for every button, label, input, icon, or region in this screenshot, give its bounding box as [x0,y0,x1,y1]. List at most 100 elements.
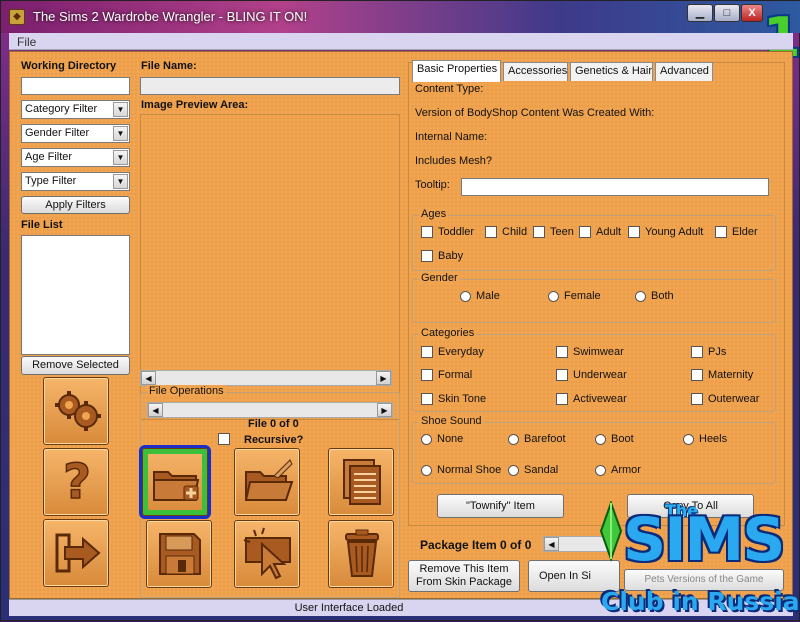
checkbox[interactable] [533,226,545,239]
checkbox[interactable] [421,250,433,263]
shoe-normal[interactable]: Normal Shoe [421,464,501,476]
tab-basic-properties[interactable]: Basic Properties [412,60,501,82]
tab-advanced[interactable]: Advanced [655,62,713,81]
checkbox[interactable] [556,393,568,406]
preview-scrollbar[interactable]: ◀ ▶ [140,370,392,386]
status-text: User Interface Loaded [294,602,404,614]
shoe-armor[interactable]: Armor [595,464,641,476]
file-name-field[interactable] [140,77,400,95]
minimize-button[interactable]: ▁ [687,4,713,22]
cat-skin-tone[interactable]: Skin Tone [421,393,486,406]
shoe-barefoot[interactable]: Barefoot [508,433,566,445]
recursive-checkbox-wrap[interactable] [218,433,230,446]
age-teen[interactable]: Teen [533,226,574,239]
radio[interactable] [421,464,432,476]
radio[interactable] [460,290,471,302]
window-title: The Sims 2 Wardrobe Wrangler - BLING IT … [33,9,308,24]
cat-underwear[interactable]: Underwear [556,369,627,382]
age-baby-label: Baby [438,250,464,263]
cat-activewear[interactable]: Activewear [556,393,627,406]
gender-male[interactable]: Male [460,290,500,302]
checkbox[interactable] [556,346,568,359]
checkbox[interactable] [421,393,433,406]
cat-formal[interactable]: Formal [421,369,472,382]
maximize-button[interactable]: □ [714,4,740,22]
apply-filters-button[interactable]: Apply Filters [21,196,130,214]
age-elder[interactable]: Elder [715,226,758,239]
checkbox[interactable] [421,369,433,382]
scroll-right-icon[interactable]: ▶ [376,371,391,385]
shoe-heels[interactable]: Heels [683,433,727,445]
delete-button[interactable] [328,520,394,588]
menu-file[interactable]: File [17,35,36,49]
age-toddler[interactable]: Toddler [421,226,474,239]
gender-filter-select[interactable]: Gender Filter ▼ [21,124,130,143]
cat-outerwear[interactable]: Outerwear [691,393,759,406]
checkbox[interactable] [485,226,497,239]
question-mark-icon: ? [62,454,91,510]
shoe-boot[interactable]: Boot [595,433,634,445]
townify-item-button[interactable]: "Townify" Item [437,494,564,518]
checkbox[interactable] [691,346,703,359]
radio[interactable] [421,433,432,445]
checkbox[interactable] [691,369,703,382]
version-label: Version of BodyShop Content Was Created … [415,107,655,119]
save-button[interactable] [146,520,212,588]
gender-both[interactable]: Both [635,290,674,302]
internal-name-label: Internal Name: [415,131,488,143]
help-button[interactable]: ? [43,448,109,516]
type-filter-select[interactable]: Type Filter ▼ [21,172,130,191]
remove-selected-button[interactable]: Remove Selected [21,356,130,375]
radio[interactable] [683,433,694,445]
radio[interactable] [548,290,559,302]
close-button[interactable]: X [741,4,763,22]
scroll-left-icon[interactable]: ◀ [141,371,156,385]
age-child[interactable]: Child [485,226,527,239]
radio[interactable] [635,290,646,302]
checkbox[interactable] [421,226,433,239]
radio[interactable] [595,464,606,476]
checkbox[interactable] [579,226,591,239]
scroll-left-icon[interactable]: ◀ [544,537,559,551]
select-button[interactable] [234,520,300,588]
file-list[interactable] [21,235,130,355]
open-folder-button[interactable] [234,448,300,516]
file-scrollbar[interactable]: ◀ ▶ [147,402,393,418]
cat-maternity[interactable]: Maternity [691,369,754,382]
radio[interactable] [595,433,606,445]
tab-genetics-hair[interactable]: Genetics & Hair [570,62,653,81]
gender-female[interactable]: Female [548,290,601,302]
add-folder-button[interactable] [139,445,211,519]
checkbox[interactable] [691,393,703,406]
scroll-right-icon[interactable]: ▶ [377,403,392,417]
recursive-checkbox[interactable] [218,433,230,446]
tooltip-input[interactable] [461,178,769,196]
gears-icon [55,391,101,431]
file-operations-label: File Operations [147,385,226,397]
shoe-sandal[interactable]: Sandal [508,464,558,476]
settings-button[interactable] [43,377,109,445]
checkbox[interactable] [628,226,640,239]
checkbox[interactable] [556,369,568,382]
cat-maternity-label: Maternity [708,369,754,382]
image-preview-label: Image Preview Area: [141,99,249,111]
radio[interactable] [508,464,519,476]
checkbox[interactable] [715,226,727,239]
cat-pjs[interactable]: PJs [691,346,726,359]
tab-accessories[interactable]: Accessories [503,62,568,81]
cat-swimwear[interactable]: Swimwear [556,346,624,359]
documents-button[interactable] [328,448,394,516]
checkbox[interactable] [421,346,433,359]
exit-button[interactable] [43,519,109,587]
age-filter-select[interactable]: Age Filter ▼ [21,148,130,167]
category-filter-select[interactable]: Category Filter ▼ [21,100,130,119]
age-young-adult[interactable]: Young Adult [628,226,703,239]
radio[interactable] [508,433,519,445]
working-directory-input[interactable] [21,77,130,95]
scroll-left-icon[interactable]: ◀ [148,403,163,417]
age-adult[interactable]: Adult [579,226,621,239]
age-baby[interactable]: Baby [421,250,464,263]
cat-everyday[interactable]: Everyday [421,346,484,359]
remove-item-button[interactable]: Remove This Item From Skin Package [408,560,520,592]
shoe-none[interactable]: None [421,433,463,445]
